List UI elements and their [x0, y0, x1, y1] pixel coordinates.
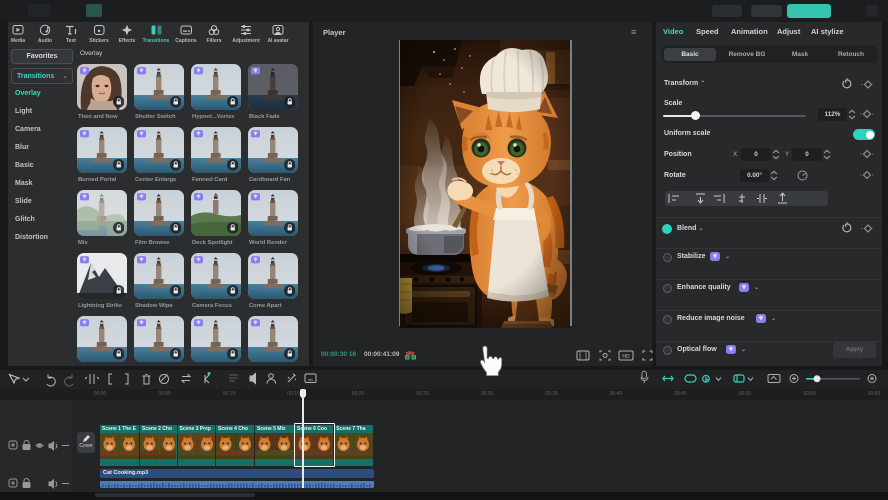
- svg-text:AI avatar: AI avatar: [267, 38, 288, 44]
- svg-text:Stickers: Stickers: [89, 38, 109, 44]
- svg-text:Media: Media: [11, 38, 25, 44]
- svg-text:HD: HD: [622, 354, 630, 360]
- svg-text:Text: Text: [66, 38, 76, 44]
- svg-text:Audio: Audio: [38, 38, 52, 44]
- svg-text:Captions: Captions: [175, 38, 197, 44]
- svg-text:Adjustment: Adjustment: [232, 38, 260, 44]
- svg-text:Filters: Filters: [206, 38, 221, 44]
- svg-text:Effects: Effects: [119, 38, 136, 44]
- svg-text:Transitions: Transitions: [143, 38, 170, 44]
